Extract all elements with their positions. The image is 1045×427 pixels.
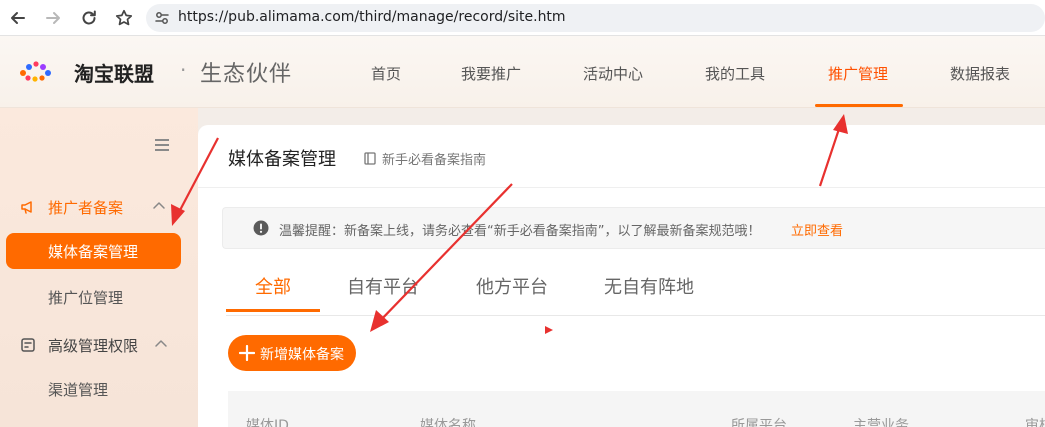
column-header-main-business: 主营业务 xyxy=(853,418,909,427)
nav-promote[interactable]: 我要推广 xyxy=(461,63,521,84)
sidebar-group-label: 推广者备案 xyxy=(48,199,124,217)
tab-other-platform[interactable]: 他方平台 xyxy=(476,273,548,299)
chevron-up-icon xyxy=(155,340,167,347)
sidebar-group-label: 高级管理权限 xyxy=(48,337,139,355)
logo-subtitle: 生态伙伴 xyxy=(200,62,293,87)
tab-active-indicator xyxy=(226,309,320,312)
column-header-platform: 所属平台 xyxy=(731,418,787,427)
site-header: 淘宝联盟 · 生态伙伴 首页 我要推广 活动中心 我的工具 推广管理 数据报表 xyxy=(0,36,1045,108)
column-header-media-id: 媒体ID xyxy=(246,418,289,427)
tabs-divider xyxy=(226,315,1045,316)
site-info-icon[interactable] xyxy=(154,10,170,26)
alimama-logo-icon xyxy=(20,61,51,82)
page-title: 媒体备案管理 xyxy=(228,149,336,170)
nav-activity-center[interactable]: 活动中心 xyxy=(583,63,643,84)
guide-link-label: 新手必看备案指南 xyxy=(382,153,487,168)
tab-all[interactable]: 全部 xyxy=(255,273,291,299)
logo-text: 淘宝联盟 xyxy=(74,62,154,86)
main-content: 媒体备案管理 新手必看备案指南 温馨提醒：新备案上线，请务必查看“新手必看备案指… xyxy=(198,125,1045,427)
megaphone-icon xyxy=(21,201,32,214)
book-icon xyxy=(364,152,376,165)
permission-icon xyxy=(21,338,35,352)
sidebar-item-label: 渠道管理 xyxy=(48,381,109,399)
add-button-label: 新增媒体备案 xyxy=(260,347,344,363)
sidebar-item-label: 推广位管理 xyxy=(48,289,124,307)
sidebar-group-promoter-registration[interactable]: 推广者备案 xyxy=(0,192,198,222)
forward-icon[interactable] xyxy=(41,6,65,30)
exclamation-icon xyxy=(253,220,269,236)
sidebar-item-adzone-management[interactable]: 推广位管理 xyxy=(6,279,181,315)
notice-text: 温馨提醒：新备案上线，请务必查看“新手必看备案指南”，以了解最新备案规范哦！ xyxy=(279,224,761,239)
tab-own-platform[interactable]: 自有平台 xyxy=(347,273,419,299)
url-text[interactable]: https://pub.alimama.com/third/manage/rec… xyxy=(178,9,566,25)
notice-banner: 温馨提醒：新备案上线，请务必查看“新手必看备案指南”，以了解最新备案规范哦！ 立… xyxy=(222,207,1045,249)
plus-icon xyxy=(239,345,255,361)
chevron-up-icon xyxy=(153,202,165,209)
menu-collapse-icon[interactable] xyxy=(155,139,169,151)
sidebar-item-channel-management[interactable]: 渠道管理 xyxy=(6,371,181,407)
column-header-media-name: 媒体名称 xyxy=(420,418,476,427)
nav-promotion-management[interactable]: 推广管理 xyxy=(828,63,888,84)
bookmark-star-icon[interactable] xyxy=(112,6,136,30)
tab-no-own-site[interactable]: 无自有阵地 xyxy=(604,273,694,299)
reload-icon[interactable] xyxy=(77,6,101,30)
sidebar-item-label: 媒体备案管理 xyxy=(48,243,139,261)
logo-separator: · xyxy=(180,58,187,82)
nav-my-tools[interactable]: 我的工具 xyxy=(705,63,765,84)
notice-view-link[interactable]: 立即查看 xyxy=(791,220,843,239)
column-header-review: 审核 xyxy=(1025,418,1045,427)
divider xyxy=(198,187,1045,188)
nav-data-reports[interactable]: 数据报表 xyxy=(950,63,1010,84)
sidebar: 推广者备案 媒体备案管理 推广位管理 高级管理权限 渠道管理 xyxy=(0,108,198,427)
caret-right-icon xyxy=(545,326,553,334)
sidebar-item-media-registration[interactable]: 媒体备案管理 xyxy=(6,233,181,269)
address-bar[interactable]: https://pub.alimama.com/third/manage/rec… xyxy=(146,4,1045,32)
table-header: 媒体ID 媒体名称 所属平台 主营业务 审核 xyxy=(228,391,1045,427)
guide-link[interactable]: 新手必看备案指南 xyxy=(364,149,486,168)
nav-home[interactable]: 首页 xyxy=(371,63,401,84)
add-media-registration-button[interactable]: 新增媒体备案 xyxy=(228,335,356,371)
nav-active-indicator xyxy=(815,104,903,107)
sidebar-group-advanced-permissions[interactable]: 高级管理权限 xyxy=(0,330,198,360)
back-icon[interactable] xyxy=(6,6,30,30)
browser-toolbar: https://pub.alimama.com/third/manage/rec… xyxy=(0,0,1045,36)
